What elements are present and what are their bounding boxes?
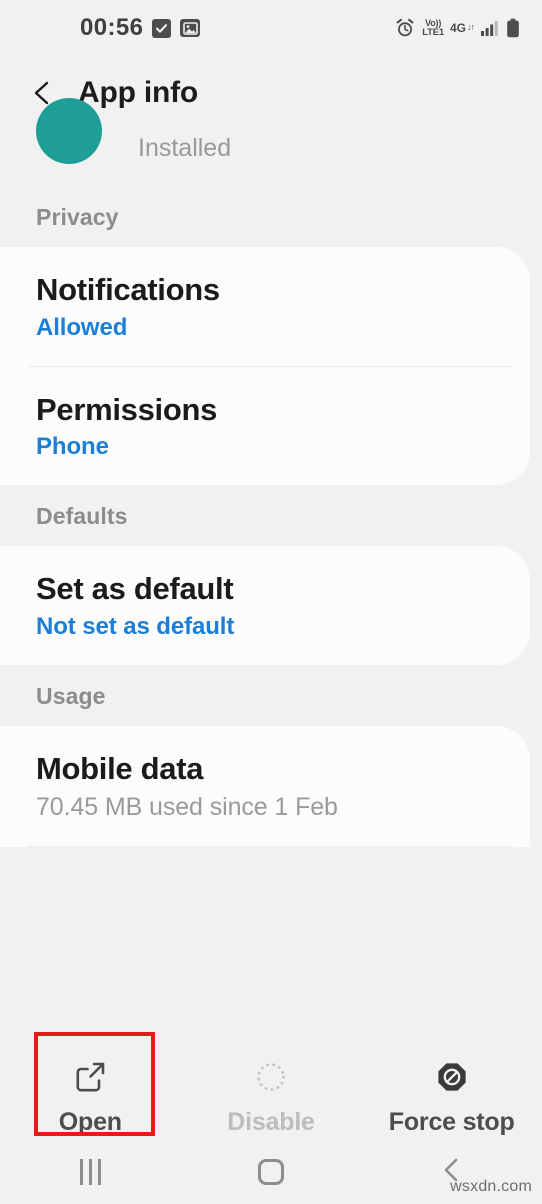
list-item-subtitle: Not set as default: [36, 613, 235, 641]
settings-scroll-content[interactable]: Installed Privacy Notifications Allowed …: [0, 98, 542, 1056]
action-label: Open: [58, 1107, 122, 1136]
battery-icon: [506, 18, 520, 38]
list-item-subtitle: Allowed: [36, 313, 128, 341]
app-header: Installed: [0, 98, 542, 186]
status-bar: 00:56 Vo)) LTE1 4G ↓↑: [0, 0, 542, 56]
external-link-icon: [73, 1060, 107, 1099]
list-item-permissions[interactable]: Permissions Phone: [0, 367, 530, 486]
gallery-image-icon: [180, 19, 201, 37]
privacy-card: Notifications Allowed Permissions Phone: [0, 247, 530, 486]
list-item-title: Set as default: [36, 571, 234, 607]
list-item-set-as-default[interactable]: Set as default Not set as default: [0, 546, 530, 665]
dotted-circle-icon: [254, 1060, 288, 1099]
row-divider: [28, 845, 514, 847]
list-item-subtitle: Phone: [36, 433, 109, 461]
status-bar-left: 00:56: [80, 14, 201, 42]
section-label-usage: Usage: [36, 683, 106, 710]
prohibited-octagon-icon: [435, 1060, 469, 1099]
action-label: Disable: [227, 1107, 315, 1136]
network-4g-icon: 4G ↓↑: [449, 21, 475, 35]
home-button[interactable]: [181, 1159, 362, 1185]
usage-card: Mobile data 70.45 MB used since 1 Feb: [0, 726, 530, 847]
disable-button: Disable: [181, 1060, 362, 1137]
app-icon: [36, 98, 102, 164]
home-square-icon: [258, 1159, 284, 1185]
list-item-title: Permissions: [36, 391, 218, 427]
force-stop-button[interactable]: Force stop: [361, 1060, 542, 1137]
watermark: wsxdn.com: [450, 1178, 532, 1195]
recents-icon: [79, 1159, 101, 1185]
signal-bars-icon: [480, 19, 500, 37]
phone-screen: 00:56 Vo)) LTE1 4G ↓↑ App info Installed…: [0, 0, 542, 1204]
volte-icon: Vo)) LTE1: [422, 17, 444, 38]
action-bar: Open Disable Force stop: [0, 1032, 542, 1140]
status-bar-right: Vo)) LTE1 4G ↓↑: [394, 17, 520, 39]
section-label-defaults: Defaults: [36, 503, 128, 530]
section-label-privacy: Privacy: [36, 204, 119, 230]
status-clock: 00:56: [80, 14, 144, 41]
list-item-notifications[interactable]: Notifications Allowed: [0, 247, 530, 366]
list-item-mobile-data[interactable]: Mobile data 70.45 MB used since 1 Feb: [0, 726, 530, 846]
checkbox-checked-icon: [152, 18, 172, 38]
recents-button[interactable]: [0, 1159, 181, 1185]
action-label: Force stop: [388, 1107, 515, 1136]
alarm-icon: [394, 17, 416, 39]
page-title: App info: [78, 76, 199, 109]
list-item-title: Mobile data: [36, 751, 204, 787]
defaults-card: Set as default Not set as default: [0, 546, 530, 666]
app-install-status: Installed: [138, 134, 232, 162]
list-item-title: Notifications: [36, 272, 220, 307]
list-item-subtitle: 70.45 MB used since 1 Feb: [36, 792, 338, 821]
open-button[interactable]: Open: [0, 1032, 181, 1137]
